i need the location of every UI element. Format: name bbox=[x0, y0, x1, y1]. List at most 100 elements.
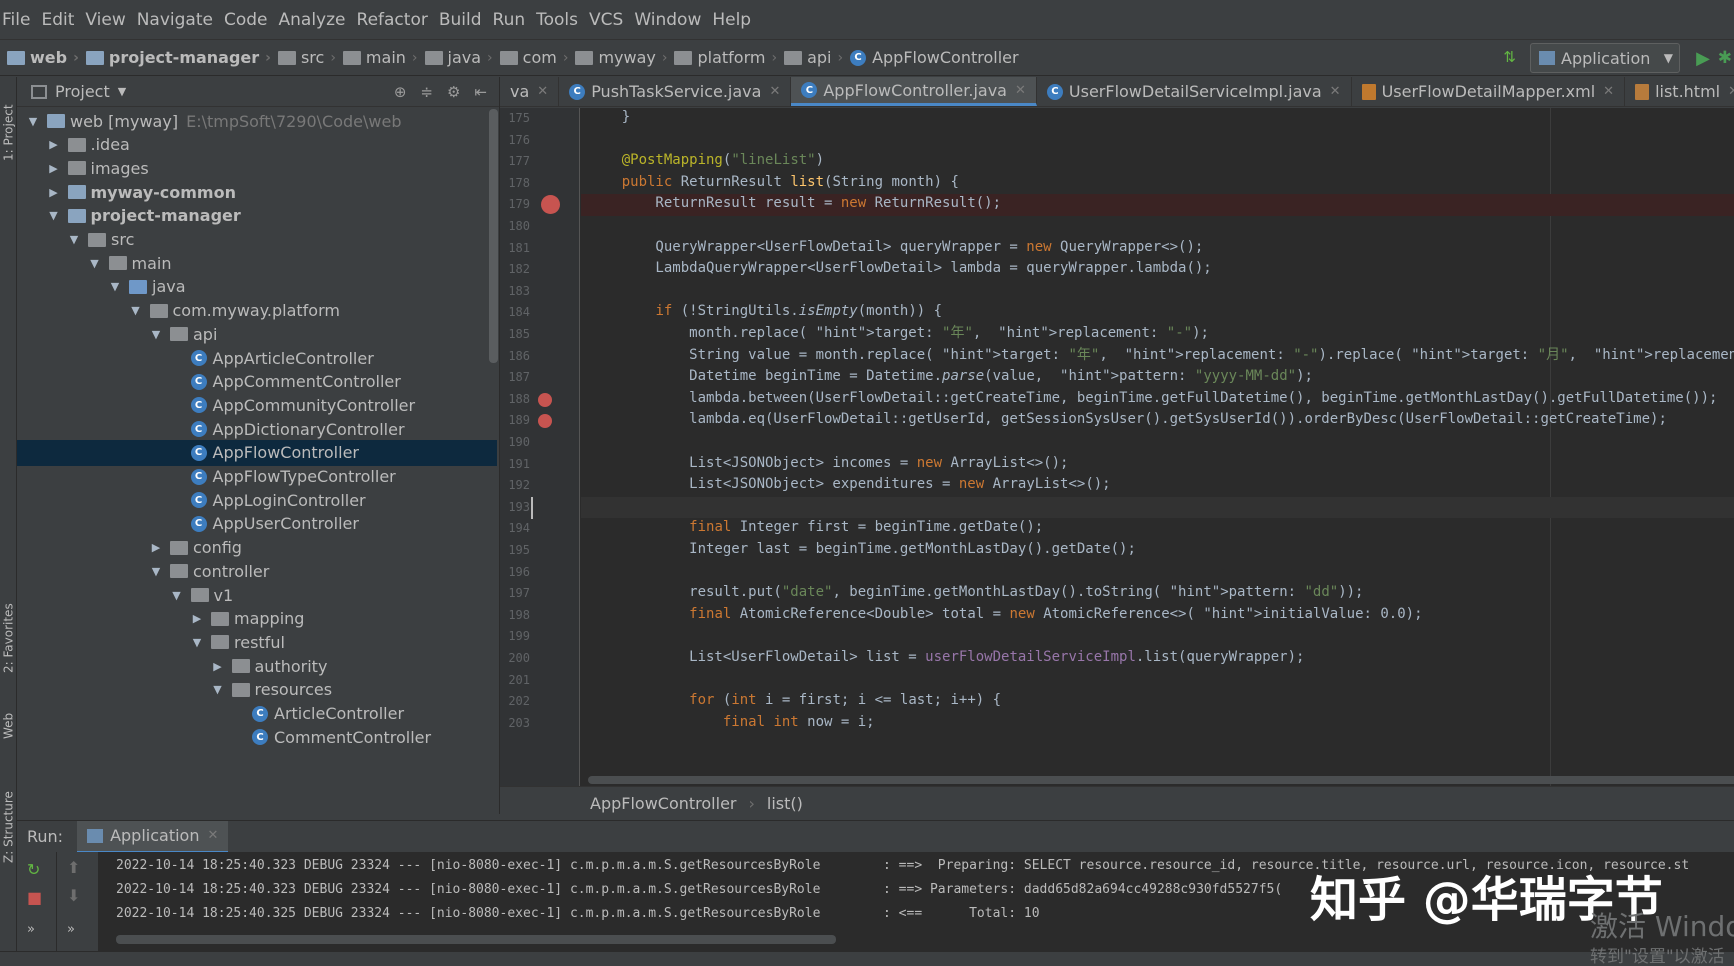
tree-item[interactable]: C CommentController bbox=[17, 724, 497, 750]
menu-item-help[interactable]: Help bbox=[711, 10, 761, 30]
collapsed-arrow-icon[interactable]: ▶ bbox=[46, 186, 62, 199]
expanded-arrow-icon[interactable]: ▼ bbox=[189, 636, 205, 649]
debug-icon[interactable]: ✱ bbox=[1718, 48, 1732, 68]
more-icon[interactable]: » bbox=[27, 922, 35, 937]
menu-item-vcs[interactable]: VCS bbox=[588, 10, 633, 30]
collapse-all-icon[interactable]: ≑ bbox=[420, 83, 433, 101]
favorites-tool-tab[interactable]: 2: Favorites bbox=[0, 587, 17, 673]
expanded-arrow-icon[interactable]: ▼ bbox=[148, 328, 164, 341]
breadcrumb-item[interactable]: platform › bbox=[667, 48, 777, 67]
collapsed-arrow-icon[interactable]: ▶ bbox=[46, 162, 62, 175]
tree-item[interactable]: ▶ mapping bbox=[17, 606, 497, 632]
tree-item[interactable]: C AppDictionaryController bbox=[17, 416, 497, 442]
tree-item[interactable]: ▶ config bbox=[17, 535, 497, 561]
breadcrumb-item[interactable]: project-manager › bbox=[79, 48, 271, 67]
editor-tab[interactable]: va ✕ bbox=[500, 77, 560, 106]
breadcrumb-item[interactable]: C AppFlowController bbox=[843, 48, 1019, 67]
close-icon[interactable]: ✕ bbox=[207, 828, 218, 843]
tree-item[interactable]: C AppLoginController bbox=[17, 487, 497, 513]
locate-icon[interactable]: ⊕ bbox=[394, 83, 407, 101]
editor-tab[interactable]: list.html ✕ bbox=[1625, 77, 1734, 106]
editor-tab[interactable]: C PushTaskService.java ✕ bbox=[559, 77, 792, 106]
editor-gutter[interactable]: 175 176 177 178 179 180 181 182 183 184 185 186 187 1… bbox=[500, 108, 580, 786]
close-icon[interactable]: ✕ bbox=[1728, 84, 1734, 99]
down-arrow-icon[interactable]: ⬇ bbox=[67, 886, 80, 905]
expanded-arrow-icon[interactable]: ▼ bbox=[66, 233, 82, 246]
close-icon[interactable]: ✕ bbox=[1015, 83, 1026, 98]
expanded-arrow-icon[interactable]: ▼ bbox=[25, 115, 41, 128]
tree-item[interactable]: C AppFlowTypeController bbox=[17, 464, 497, 490]
tree-item[interactable]: ▼ controller bbox=[17, 558, 497, 584]
expanded-arrow-icon[interactable]: ▼ bbox=[46, 209, 62, 222]
menu-item-tools[interactable]: Tools bbox=[535, 10, 588, 30]
close-icon[interactable]: ✕ bbox=[537, 84, 548, 99]
menu-item-window[interactable]: Window bbox=[633, 10, 711, 30]
tree-item[interactable]: ▶ images bbox=[17, 155, 497, 181]
tree-item[interactable]: C AppCommentController bbox=[17, 369, 497, 395]
tree-item[interactable]: ▼ main bbox=[17, 250, 497, 276]
tree-item[interactable]: ▼ v1 bbox=[17, 582, 497, 608]
breadcrumb-item[interactable]: myway › bbox=[568, 48, 667, 67]
breadcrumb-class[interactable]: AppFlowController bbox=[590, 794, 736, 813]
rerun-icon[interactable]: ↻ bbox=[27, 860, 40, 879]
menu-item-analyze[interactable]: Analyze bbox=[278, 10, 356, 30]
tree-item[interactable]: ▶ authority bbox=[17, 653, 497, 679]
tree-item[interactable]: ▼ src bbox=[17, 227, 497, 253]
expanded-arrow-icon[interactable]: ▼ bbox=[128, 304, 144, 317]
code-editor[interactable]: 175 176 177 178 179 180 181 182 183 184 185 186 187 1… bbox=[500, 108, 1734, 786]
tree-item[interactable]: C AppCommunityController bbox=[17, 392, 497, 418]
menu-item-edit[interactable]: Edit bbox=[40, 10, 84, 30]
editor-tab[interactable]: C UserFlowDetailServiceImpl.java ✕ bbox=[1037, 77, 1352, 106]
tree-item[interactable]: C AppFlowController bbox=[17, 439, 497, 466]
chevron-down-icon[interactable]: ▼ bbox=[118, 85, 126, 98]
expanded-arrow-icon[interactable]: ▼ bbox=[107, 280, 123, 293]
expanded-arrow-icon[interactable]: ▼ bbox=[87, 257, 103, 270]
close-icon[interactable]: ✕ bbox=[1330, 84, 1341, 99]
editor-tab[interactable]: C AppFlowController.java ✕ bbox=[791, 77, 1037, 106]
collapsed-arrow-icon[interactable]: ▶ bbox=[148, 541, 164, 554]
stop-icon[interactable]: ■ bbox=[27, 888, 42, 907]
collapsed-arrow-icon[interactable]: ▶ bbox=[46, 138, 62, 151]
run-icon[interactable]: ▶ bbox=[1696, 48, 1710, 69]
tree-item[interactable]: ▼ api bbox=[17, 321, 497, 347]
structure-tool-tab[interactable]: Z: Structure bbox=[0, 767, 17, 863]
tree-item[interactable]: C AppArticleController bbox=[17, 345, 497, 371]
menu-item-view[interactable]: View bbox=[84, 10, 135, 30]
menu-item-run[interactable]: Run bbox=[492, 10, 536, 30]
tree-item[interactable]: ▼ restful bbox=[17, 629, 497, 655]
breadcrumb-item[interactable]: api › bbox=[777, 48, 843, 67]
tree-item[interactable]: ▼ project-manager bbox=[17, 203, 497, 229]
console-horizontal-scrollbar[interactable] bbox=[116, 935, 836, 944]
menu-item-build[interactable]: Build bbox=[438, 10, 492, 30]
tree-item[interactable]: ▼ java bbox=[17, 274, 497, 300]
collapsed-arrow-icon[interactable]: ▶ bbox=[210, 660, 226, 673]
expanded-arrow-icon[interactable]: ▼ bbox=[210, 683, 226, 696]
run-config-select[interactable]: Application ▼ bbox=[1530, 43, 1680, 73]
menu-item-code[interactable]: Code bbox=[223, 10, 278, 30]
editor-tab[interactable]: UserFlowDetailMapper.xml ✕ bbox=[1352, 77, 1626, 106]
project-panel-title[interactable]: Project bbox=[55, 82, 110, 101]
close-icon[interactable]: ✕ bbox=[769, 84, 780, 99]
tree-item[interactable]: C AppUserController bbox=[17, 511, 497, 537]
breadcrumb-item[interactable]: src › bbox=[271, 48, 336, 67]
tree-item[interactable]: ▼ resources bbox=[17, 677, 497, 703]
editor-horizontal-scrollbar[interactable] bbox=[588, 776, 1734, 784]
run-tab-application[interactable]: Application ✕ bbox=[77, 820, 229, 853]
menu-item-refactor[interactable]: Refactor bbox=[356, 10, 438, 30]
lambda-breakpoint-icon[interactable] bbox=[538, 414, 552, 429]
expanded-arrow-icon[interactable]: ▼ bbox=[148, 565, 164, 578]
project-scrollbar[interactable] bbox=[489, 109, 498, 363]
tree-item[interactable]: ▼ web [myway] E:\tmpSoft\7290\Code\web bbox=[17, 108, 497, 134]
breadcrumb-item[interactable]: com › bbox=[493, 48, 568, 67]
breadcrumb-item[interactable]: java › bbox=[418, 48, 493, 67]
lambda-breakpoint-icon[interactable] bbox=[538, 392, 552, 407]
project-tool-tab[interactable]: 1: Project bbox=[0, 81, 17, 161]
collapsed-arrow-icon[interactable]: ▶ bbox=[189, 612, 205, 625]
menu-item-file[interactable]: File bbox=[0, 10, 40, 30]
hide-icon[interactable]: ⇤ bbox=[474, 83, 487, 101]
expanded-arrow-icon[interactable]: ▼ bbox=[169, 589, 185, 602]
web-tool-tab[interactable]: Web bbox=[0, 695, 17, 739]
menu-item-navigate[interactable]: Navigate bbox=[136, 10, 223, 30]
tree-item[interactable]: ▶ myway-common bbox=[17, 179, 497, 205]
more-icon[interactable]: » bbox=[67, 922, 75, 937]
